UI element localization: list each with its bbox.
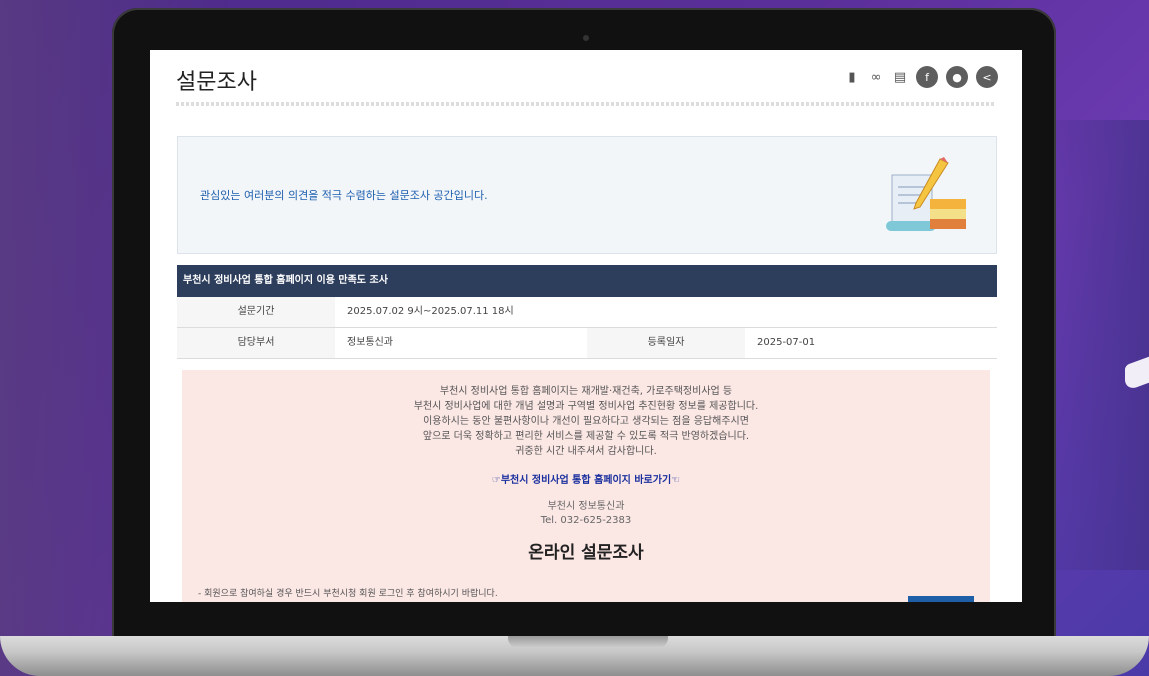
action-button[interactable] bbox=[908, 596, 974, 602]
description-line: 귀중한 시간 내주셔서 감사합니다. bbox=[515, 446, 657, 457]
survey-illustration-icon bbox=[886, 157, 966, 231]
share-icon[interactable]: < bbox=[976, 66, 998, 88]
description-line: 이용하시는 동안 불편사항이나 개선이 필요하다고 생각되는 점을 응답해주시면 bbox=[423, 416, 749, 427]
toolbar: ▮ ∞ ▤ f ● < bbox=[844, 66, 998, 88]
contact-dept: 부천시 정보통신과 bbox=[547, 501, 625, 512]
online-survey-title: 온라인 설문조사 bbox=[528, 543, 644, 563]
kakao-icon[interactable]: ● bbox=[946, 66, 968, 88]
facebook-icon[interactable]: f bbox=[916, 66, 938, 88]
description-line: 부천시 정비사업 통합 홈페이지는 재개발·재건축, 가로주택정비사업 등 bbox=[439, 386, 733, 397]
page-title: 설문조사 bbox=[176, 70, 257, 95]
description-line: 부천시 정비사업에 대한 개념 설명과 구역별 정비사업 추진현황 정보를 제공… bbox=[413, 401, 759, 412]
print-icon[interactable]: ▤ bbox=[892, 70, 908, 85]
login-note: - 회원으로 참여하실 경우 반드시 부천시청 회원 로그인 후 참여하시기 바… bbox=[198, 589, 498, 599]
description-line: 앞으로 더욱 정확하고 편리한 서비스를 제공할 수 있도록 적극 반영하겠습니… bbox=[422, 431, 750, 442]
intro-box: 관심있는 여러분의 의견을 적극 수렴하는 설문조사 공간입니다. bbox=[177, 136, 997, 254]
link-icon[interactable]: ∞ bbox=[868, 70, 884, 85]
dept-value: 정보통신과 bbox=[347, 337, 393, 348]
period-value: 2025.07.02 9시~2025.07.11 18시 bbox=[347, 306, 514, 317]
date-value: 2025-07-01 bbox=[757, 337, 816, 348]
period-label: 설문기간 bbox=[177, 297, 335, 327]
contact-info: 부천시 정보통신과 Tel. 032-625-2383 bbox=[182, 500, 990, 528]
webcam-icon bbox=[583, 35, 589, 41]
title-divider bbox=[176, 102, 996, 106]
dept-row: 담당부서 정보통신과 등록일자 2025-07-01 bbox=[177, 328, 997, 359]
screen: 설문조사 ▮ ∞ ▤ f ● < 관심있는 여러분의 의견을 적극 수렴하는 설… bbox=[150, 50, 1022, 602]
description: 부천시 정비사업 통합 홈페이지는 재개발·재건축, 가로주택정비사업 등 부천… bbox=[182, 384, 990, 459]
contact-tel: Tel. 032-625-2383 bbox=[540, 515, 632, 526]
dept-label: 담당부서 bbox=[177, 328, 335, 358]
bookmark-icon[interactable]: ▮ bbox=[844, 70, 860, 85]
survey-title-bar: 부천시 정비사업 통합 홈페이지 이용 만족도 조사 bbox=[177, 265, 997, 297]
intro-text: 관심있는 여러분의 의견을 적극 수렴하는 설문조사 공간입니다. bbox=[200, 189, 488, 202]
period-row: 설문기간 2025.07.02 9시~2025.07.11 18시 bbox=[177, 297, 997, 328]
date-label: 등록일자 bbox=[587, 328, 745, 358]
laptop-notch bbox=[508, 636, 668, 648]
homepage-link[interactable]: ☞부천시 정비사업 통합 홈페이지 바로가기☜ bbox=[182, 471, 990, 486]
survey-content: 부천시 정비사업 통합 홈페이지는 재개발·재건축, 가로주택정비사업 등 부천… bbox=[182, 370, 990, 602]
